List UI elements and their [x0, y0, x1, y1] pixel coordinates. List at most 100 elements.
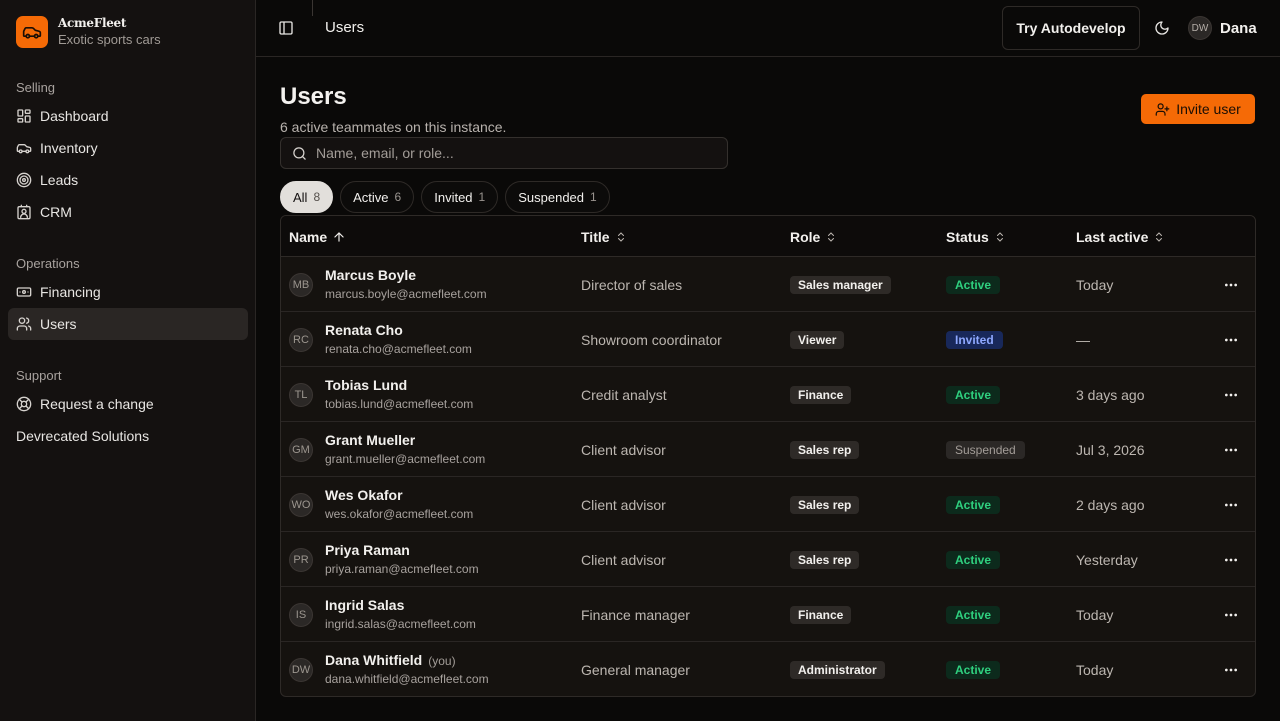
more-actions-icon[interactable] [1221, 275, 1241, 295]
user-name: Ingrid Salas [325, 597, 405, 613]
column-header-status[interactable]: Status [946, 229, 1006, 245]
sidebar-item-inventory[interactable]: Inventory [8, 132, 248, 164]
avatar: DW [1188, 16, 1212, 40]
table-row[interactable]: WO Wes Okafor wes.okafor@acmefleet.com C… [281, 477, 1255, 532]
user-email: renata.cho@acmefleet.com [325, 342, 472, 356]
last-active: — [1076, 332, 1090, 348]
filter-count: 6 [394, 190, 402, 204]
more-actions-icon[interactable] [1221, 440, 1241, 460]
more-actions-icon[interactable] [1221, 660, 1241, 680]
avatar: MB [289, 273, 313, 297]
filter-count: 1 [590, 190, 597, 204]
sidebar-item-financing[interactable]: Financing [8, 276, 248, 308]
column-label: Name [289, 229, 328, 245]
contact-card-icon [17, 204, 31, 220]
avatar: DW [289, 658, 313, 682]
table-row[interactable]: DW Dana Whitfield (you) dana.whitfield@ac… [281, 642, 1255, 696]
more-actions-icon[interactable] [1221, 385, 1241, 405]
sort-icon [996, 232, 1003, 242]
last-active: 2 days ago [1076, 497, 1145, 513]
role-badge: Sales rep [790, 551, 860, 569]
filter-count: 8 [313, 190, 321, 204]
filter-label: All [293, 189, 308, 205]
sidebar-item-label: Inventory [40, 140, 98, 156]
invite-user-button[interactable]: Invite user [1141, 94, 1255, 124]
sidebar-toggle-icon[interactable] [276, 18, 296, 38]
user-name: Marcus Boyle [325, 267, 417, 283]
nav-section-support: Support Request a change Devrecated Solu… [8, 364, 248, 452]
status-badge: Invited [946, 331, 1003, 349]
last-active: 3 days ago [1076, 387, 1145, 403]
user-plus-icon [1155, 102, 1170, 116]
table-row[interactable]: GM Grant Mueller grant.mueller@acmefleet… [281, 422, 1255, 477]
filter-label: Active [353, 189, 389, 205]
car-logo-icon [16, 16, 48, 48]
table-row[interactable]: IS Ingrid Salas ingrid.salas@acmefleet.c… [281, 587, 1255, 642]
column-header-last-active[interactable]: Last active [1076, 229, 1165, 245]
sidebar-item-crm[interactable]: CRM [8, 196, 248, 228]
role-badge: Viewer [790, 331, 845, 349]
column-label: Role [790, 229, 821, 245]
nav-section-operations: Operations Financing Users [8, 252, 248, 340]
try-autodevelop-button[interactable]: Try Autodevelop [1002, 6, 1140, 50]
more-actions-icon[interactable] [1221, 550, 1241, 570]
more-actions-icon[interactable] [1221, 330, 1241, 350]
nav-heading: Support [16, 368, 62, 383]
sidebar-item-label: CRM [40, 204, 72, 220]
user-email: wes.okafor@acmefleet.com [325, 507, 474, 521]
last-active: Today [1076, 277, 1114, 293]
more-actions-icon[interactable] [1221, 495, 1241, 515]
sidebar-item-label: Request a change [40, 396, 154, 412]
status-badge: Active [946, 551, 1001, 569]
filter-suspended[interactable]: Suspended 1 [505, 181, 610, 213]
user-email: grant.mueller@acmefleet.com [325, 452, 486, 466]
sidebar-item-leads[interactable]: Leads [8, 164, 248, 196]
table-row[interactable]: PR Priya Raman priya.raman@acmefleet.com… [281, 532, 1255, 587]
column-header-title[interactable]: Title [581, 229, 627, 245]
more-actions-icon[interactable] [1221, 605, 1241, 625]
user-email: dana.whitfield@acmefleet.com [325, 672, 489, 686]
role-badge: Sales manager [790, 276, 891, 294]
sidebar-item-request-change[interactable]: Request a change [8, 388, 248, 420]
sidebar-item-label: Devrecated Solutions [16, 428, 150, 444]
dashboard-icon [17, 109, 31, 123]
brand[interactable]: AcmeFleet Exotic sports cars [16, 16, 161, 48]
sidebar-item-users[interactable]: Users [8, 308, 248, 340]
avatar: PR [289, 548, 313, 572]
role-badge: Finance [790, 386, 852, 404]
last-active: Yesterday [1076, 552, 1138, 568]
user-name: Tobias Lund [325, 377, 408, 393]
sidebar-item-deprecated-solutions[interactable]: Devrecated Solutions [8, 420, 248, 452]
filter-all[interactable]: All 8 [280, 181, 334, 213]
user-title: General manager [581, 662, 690, 678]
user-name: Wes Okafor [325, 487, 403, 503]
filter-invited[interactable]: Invited 1 [421, 181, 499, 213]
table-row[interactable]: MB Marcus Boyle marcus.boyle@acmefleet.c… [281, 257, 1255, 312]
car-icon [16, 144, 32, 154]
filter-label: Invited [434, 189, 473, 205]
page-subtitle: 6 active teammates on this instance. [280, 119, 507, 135]
user-email: ingrid.salas@acmefleet.com [325, 617, 476, 631]
user-email: marcus.boyle@acmefleet.com [325, 287, 487, 301]
sidebar-item-label: Dashboard [40, 108, 109, 124]
sidebar-item-dashboard[interactable]: Dashboard [8, 100, 248, 132]
sidebar-item-label: Users [40, 316, 77, 332]
brand-tagline: Exotic sports cars [58, 32, 161, 47]
table-row[interactable]: RC Renata Cho renata.cho@acmefleet.com S… [281, 312, 1255, 367]
role-badge: Sales rep [790, 496, 860, 514]
user-menu[interactable]: DW Dana [1188, 16, 1257, 40]
banknote-icon [16, 287, 32, 297]
arrow-up-icon [334, 232, 344, 242]
moon-icon[interactable] [1152, 18, 1172, 38]
search-input[interactable] [316, 145, 706, 161]
sidebar-item-label: Financing [40, 284, 101, 300]
avatar: GM [289, 438, 313, 462]
column-header-name[interactable]: Name [289, 229, 346, 245]
filter-active[interactable]: Active 6 [340, 181, 415, 213]
search-field[interactable] [280, 137, 728, 169]
table-row[interactable]: TL Tobias Lund tobias.lund@acmefleet.com… [281, 367, 1255, 422]
filter-count: 1 [478, 190, 486, 204]
user-title: Director of sales [581, 277, 683, 293]
column-header-role[interactable]: Role [790, 229, 837, 245]
status-badge: Active [946, 276, 1001, 294]
